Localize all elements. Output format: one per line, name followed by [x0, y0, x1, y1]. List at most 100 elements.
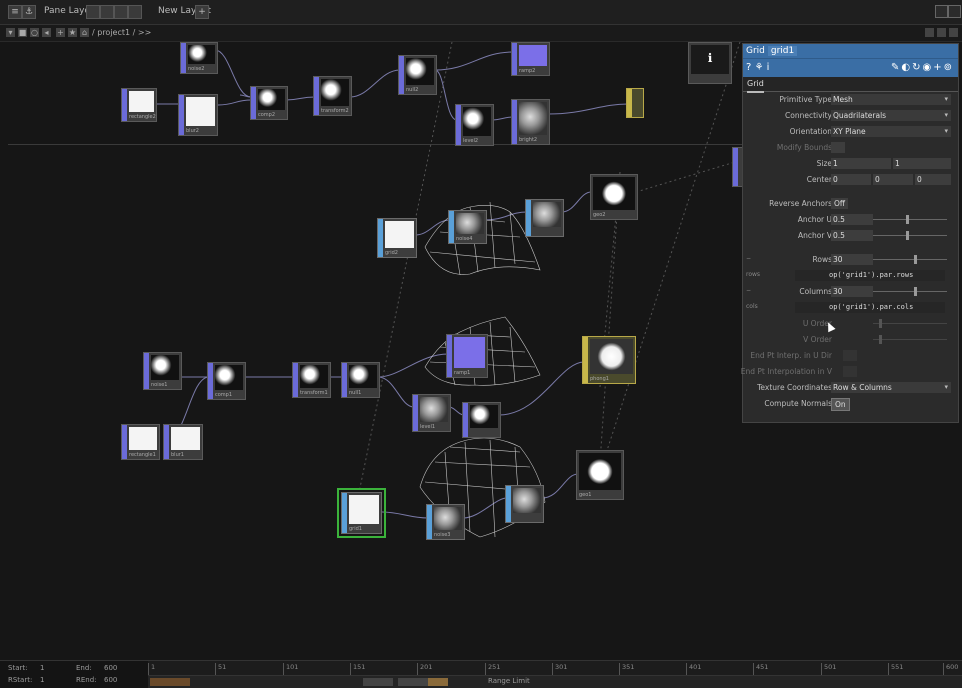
node-info[interactable]: ℹ	[688, 42, 732, 84]
compute-normals-toggle[interactable]: On	[831, 398, 850, 411]
columns-expression-field[interactable]: op('grid1').par.cols	[795, 302, 945, 313]
u-order-knob[interactable]	[879, 319, 882, 328]
square-icon[interactable]: ■	[18, 28, 27, 37]
columns-knob[interactable]	[914, 287, 917, 296]
pin-icon[interactable]: ⚓	[22, 5, 36, 19]
rows-field[interactable]: 30	[831, 254, 873, 265]
close-icon[interactable]	[948, 5, 961, 18]
layout-2-icon[interactable]	[100, 5, 114, 19]
play-button[interactable]	[398, 678, 428, 686]
node-comp1[interactable]: comp1	[207, 362, 246, 400]
node-bright1[interactable]	[462, 402, 501, 438]
timeline-ruler[interactable]: 1 51 101 151 201 251 301 351 401 451 501…	[147, 661, 962, 676]
back-icon[interactable]: ◂	[42, 28, 51, 37]
node-select2[interactable]	[626, 88, 644, 118]
connectivity-menu[interactable]: Quadrilaterals	[831, 110, 951, 121]
plus-icon[interactable]: +	[56, 28, 65, 37]
rows-expression-field[interactable]: op('grid1').par.rows	[795, 270, 945, 281]
node-grid2[interactable]: grid2	[377, 218, 417, 258]
orientation-menu[interactable]: XY Plane	[831, 126, 951, 137]
start-field[interactable]: 1	[40, 664, 44, 672]
node-noise3[interactable]: noise3	[426, 504, 465, 540]
node-null1[interactable]: null1	[341, 362, 380, 398]
rows-knob[interactable]	[914, 255, 917, 264]
node-bright2[interactable]: bright2	[511, 99, 550, 145]
reverse-anchors-toggle[interactable]: Off	[831, 198, 849, 209]
add-layout-icon[interactable]: +	[195, 5, 209, 19]
modify-bounds-toggle[interactable]	[831, 142, 845, 153]
texture-coords-menu[interactable]: Row & Columns	[831, 382, 951, 393]
center-z-field[interactable]: 0	[915, 174, 951, 185]
node-transform2[interactable]: transform2	[313, 76, 352, 116]
node-noise4[interactable]: noise4	[448, 210, 487, 244]
tab-grid[interactable]: Grid	[747, 77, 764, 93]
size-x-field[interactable]: 1	[831, 158, 891, 169]
end-u-toggle[interactable]	[843, 350, 857, 361]
home-icon[interactable]: ⌂	[80, 28, 89, 37]
menu-icon[interactable]: ≡	[8, 5, 22, 19]
node-rectangle2[interactable]: rectangle2	[121, 88, 157, 122]
range-limit-label[interactable]: Range Limit	[488, 677, 530, 685]
python-icon[interactable]: ⚘	[755, 62, 764, 73]
rend-field[interactable]: 600	[104, 676, 117, 684]
node-comp2[interactable]: comp2	[250, 86, 288, 120]
param-u-order: U Order	[743, 316, 958, 332]
anchor-u-slider[interactable]	[873, 219, 947, 220]
pane-max-icon[interactable]	[937, 28, 946, 37]
op-name-field[interactable]: grid1	[767, 46, 798, 56]
u-order-slider[interactable]	[873, 323, 947, 324]
pane-settings-icon[interactable]	[925, 28, 934, 37]
panel-actions-icon[interactable]: ✎◐↻◉+⊚	[891, 59, 954, 77]
node-transform1[interactable]: transform1	[292, 362, 331, 398]
anchor-v-knob[interactable]	[906, 231, 909, 240]
node-noise2[interactable]: noise2	[180, 42, 218, 74]
node-geo2[interactable]: geo2	[590, 174, 638, 220]
layout-4-icon[interactable]	[128, 5, 142, 19]
end-v-toggle[interactable]	[843, 366, 857, 377]
node-transform3[interactable]	[505, 485, 544, 523]
node-phong1[interactable]: phong1	[582, 336, 636, 384]
node-ramp2[interactable]: ramp2	[511, 42, 550, 76]
info-icon[interactable]: i	[767, 62, 770, 73]
circle-icon[interactable]: ○	[30, 28, 39, 37]
layout-1-icon[interactable]	[86, 5, 100, 19]
columns-expand-icon[interactable]: −	[746, 287, 751, 294]
node-null2[interactable]: null2	[398, 55, 437, 95]
chevron-down-icon[interactable]: ▾	[6, 28, 15, 37]
play-back-button[interactable]	[363, 678, 393, 686]
node-blur2[interactable]: blur2	[178, 94, 218, 136]
node-blur1[interactable]: blur1	[163, 424, 203, 460]
play-forward-button[interactable]	[428, 678, 448, 686]
anchor-v-field[interactable]: 0.5	[831, 230, 873, 241]
v-order-knob[interactable]	[879, 335, 882, 344]
playback-indicator[interactable]	[150, 678, 190, 686]
columns-slider[interactable]	[873, 291, 947, 292]
anchor-u-knob[interactable]	[906, 215, 909, 224]
end-field[interactable]: 600	[104, 664, 117, 672]
node-geo1[interactable]: geo1	[576, 450, 624, 500]
v-order-slider[interactable]	[873, 339, 947, 340]
node-grid1[interactable]: grid1	[337, 488, 386, 538]
anchor-v-slider[interactable]	[873, 235, 947, 236]
node-level2[interactable]: level2	[455, 104, 494, 146]
star-icon[interactable]: ★	[68, 28, 77, 37]
node-ramp1[interactable]: ramp1	[446, 334, 488, 378]
center-x-field[interactable]: 0	[831, 174, 871, 185]
node-noise1[interactable]: noise1	[143, 352, 182, 390]
window-icon[interactable]	[935, 5, 948, 18]
layout-3-icon[interactable]	[114, 5, 128, 19]
breadcrumb[interactable]: / project1 / >>	[92, 28, 151, 37]
size-y-field[interactable]: 1	[893, 158, 951, 169]
primitive-type-menu[interactable]: Mesh	[831, 94, 951, 105]
rows-slider[interactable]	[873, 259, 947, 260]
anchor-u-field[interactable]: 0.5	[831, 214, 873, 225]
pane-close-icon[interactable]	[949, 28, 958, 37]
center-y-field[interactable]: 0	[873, 174, 913, 185]
rows-expand-icon[interactable]: −	[746, 255, 751, 262]
node-rectangle1[interactable]: rectangle1	[121, 424, 160, 460]
columns-field[interactable]: 30	[831, 286, 873, 297]
node-transform4[interactable]	[525, 199, 564, 237]
help-icon[interactable]: ?	[746, 62, 751, 73]
node-level1[interactable]: level1	[412, 394, 451, 432]
rstart-field[interactable]: 1	[40, 676, 44, 684]
